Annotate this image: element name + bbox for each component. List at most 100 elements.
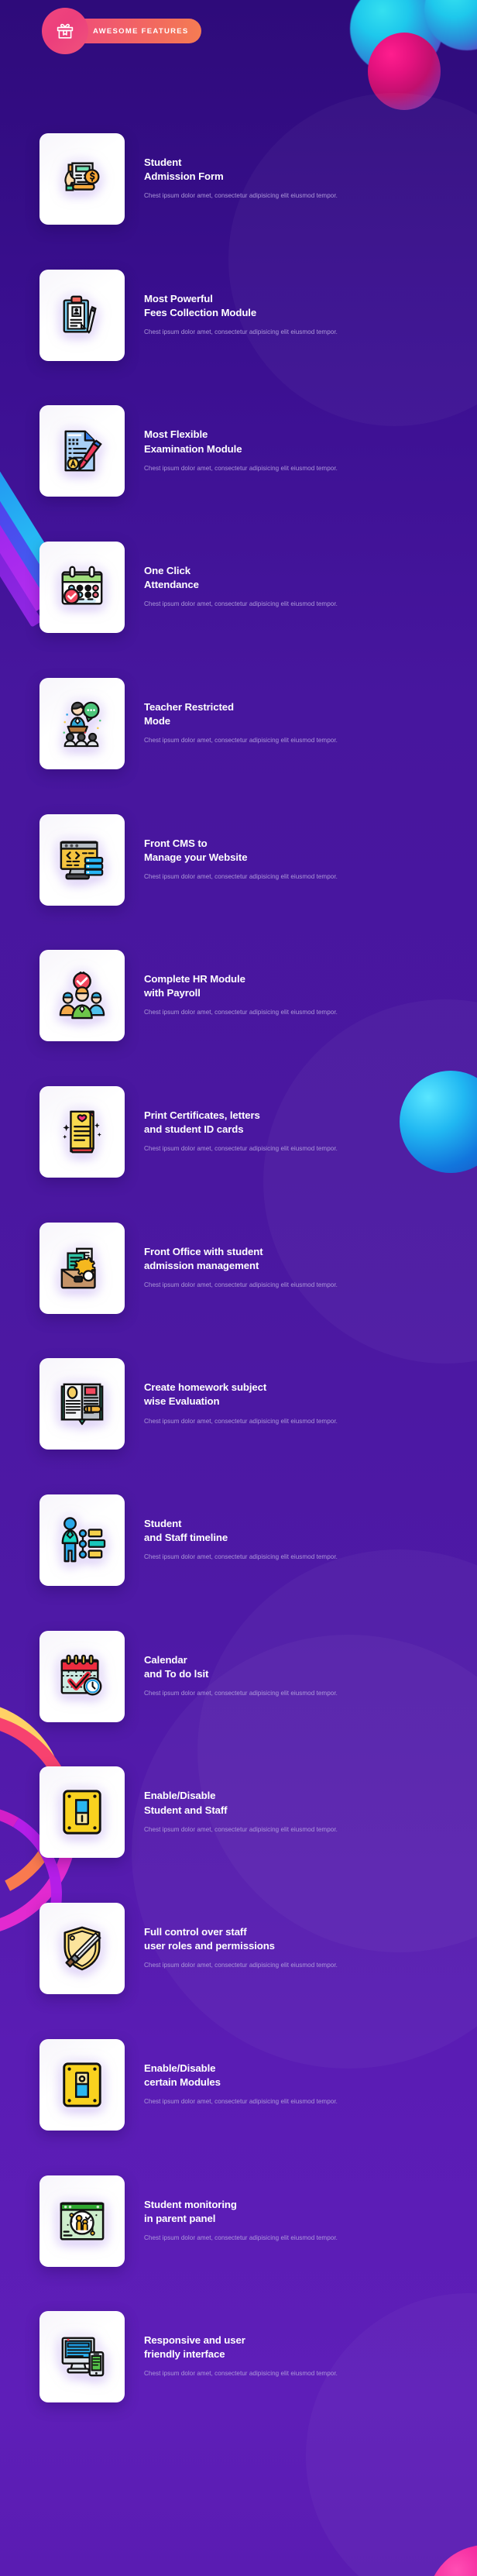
feature-text: Print Certificates, letters and student I… bbox=[144, 1109, 477, 1155]
feature-icon-card[interactable] bbox=[39, 1358, 125, 1450]
feature-row[interactable]: Enable/Disable certain Modules Chest ipsum… bbox=[0, 2030, 477, 2140]
badge-label: AWESOME FEATURES bbox=[93, 26, 189, 36]
feature-row[interactable]: Calendar and To do lsit Chest ipsum dolor … bbox=[0, 1622, 477, 1732]
feature-description: Chest ipsum dolor amet, consectetur adip… bbox=[144, 1009, 338, 1016]
feature-row[interactable]: Responsive and user friendly interface Che… bbox=[0, 2302, 477, 2412]
feature-text: Create homework subject wise Evaluation Ch… bbox=[144, 1381, 477, 1427]
open-book-pencil-icon bbox=[58, 1380, 106, 1428]
feature-icon-card[interactable] bbox=[39, 2175, 125, 2267]
briefcase-gear-icon bbox=[58, 1244, 106, 1292]
feature-icon-card[interactable] bbox=[39, 1766, 125, 1859]
feature-title-line2: friendly interface bbox=[144, 2348, 225, 2361]
feature-row[interactable]: Teacher Restricted Mode Chest ipsum dolor … bbox=[0, 669, 477, 779]
feature-row[interactable]: Student monitoring in parent panel Chest i… bbox=[0, 2166, 477, 2276]
feature-title-line1: Student monitoring bbox=[144, 2198, 237, 2210]
feature-title-line2: Examination Module bbox=[144, 442, 242, 455]
feature-row[interactable]: Front Office with student admission manag… bbox=[0, 1213, 477, 1323]
feature-description: Chest ipsum dolor amet, consectetur adip… bbox=[144, 1825, 338, 1833]
feature-icon-card[interactable] bbox=[39, 2038, 125, 2131]
feature-title-line2: and Staff timeline bbox=[144, 1532, 228, 1544]
feature-row[interactable]: Complete HR Module with Payroll Chest ipsu… bbox=[0, 941, 477, 1051]
feature-title-line1: Most Flexible bbox=[144, 428, 208, 441]
feature-title-line2: Mode bbox=[144, 714, 171, 727]
feature-title-line1: Print Certificates, letters bbox=[144, 1109, 260, 1121]
feature-icon-card[interactable] bbox=[39, 1085, 125, 1178]
feature-title: Student monitoring in parent panel bbox=[144, 2198, 469, 2226]
monitor-code-icon bbox=[58, 836, 106, 884]
feature-icon-card[interactable] bbox=[39, 269, 125, 361]
feature-icon-card[interactable] bbox=[39, 1630, 125, 1722]
feature-icon-card[interactable] bbox=[39, 1222, 125, 1314]
feature-icon-card[interactable] bbox=[39, 405, 125, 497]
feature-title: Front Office with student admission manag… bbox=[144, 1245, 469, 1273]
feature-icon-card[interactable] bbox=[39, 950, 125, 1042]
feature-title: Complete HR Module with Payroll bbox=[144, 972, 469, 1000]
feature-row[interactable]: Print Certificates, letters and student I… bbox=[0, 1077, 477, 1187]
feature-title-line1: Front Office with student bbox=[144, 1245, 263, 1257]
feature-icon-card[interactable] bbox=[39, 813, 125, 906]
feature-row[interactable]: One Click Attendance Chest ipsum dolor ame… bbox=[0, 532, 477, 642]
feature-text: Most Powerful Fees Collection Module Chest… bbox=[144, 292, 477, 339]
feature-text: Complete HR Module with Payroll Chest ipsu… bbox=[144, 972, 477, 1019]
feature-text: Calendar and To do lsit Chest ipsum dolor … bbox=[144, 1653, 477, 1700]
feature-row[interactable]: Enable/Disable Student and Staff Chest ips… bbox=[0, 1757, 477, 1867]
feature-icon-card[interactable] bbox=[39, 2311, 125, 2403]
team-check-icon bbox=[58, 972, 106, 1020]
feature-title-line1: Full control over staff bbox=[144, 1926, 247, 1938]
feature-title: Most Powerful Fees Collection Module bbox=[144, 292, 469, 320]
feature-title-line2: wise Evaluation bbox=[144, 1395, 220, 1408]
feature-row[interactable]: Create homework subject wise Evaluation Ch… bbox=[0, 1349, 477, 1459]
feature-description: Chest ipsum dolor amet, consectetur adip… bbox=[144, 600, 338, 608]
feature-title-line2: and student ID cards bbox=[144, 1123, 244, 1136]
feature-title-line2: and To do lsit bbox=[144, 1667, 209, 1680]
feature-title-line2: Student and Staff bbox=[144, 1804, 228, 1816]
feature-row[interactable]: Full control over staff user roles and pe… bbox=[0, 1893, 477, 2003]
feature-description: Chest ipsum dolor amet, consectetur adip… bbox=[144, 2370, 338, 2378]
feature-text: Student Admission Form Chest ipsum dolor a… bbox=[144, 156, 477, 202]
header: AWESOME FEATURES bbox=[0, 0, 477, 77]
feature-icon-card[interactable] bbox=[39, 1903, 125, 1995]
feature-title: Create homework subject wise Evaluation bbox=[144, 1381, 469, 1408]
feature-icon-card[interactable] bbox=[39, 1494, 125, 1586]
feature-description: Chest ipsum dolor amet, consectetur adip… bbox=[144, 1281, 338, 1288]
feature-description: Chest ipsum dolor amet, consectetur adip… bbox=[144, 1145, 338, 1153]
feature-title: Print Certificates, letters and student I… bbox=[144, 1109, 469, 1137]
feature-description: Chest ipsum dolor amet, consectetur adip… bbox=[144, 192, 338, 200]
feature-title: Calendar and To do lsit bbox=[144, 1653, 469, 1681]
feature-title: Front CMS to Manage your Website bbox=[144, 837, 469, 865]
feature-description: Chest ipsum dolor amet, consectetur adip… bbox=[144, 464, 338, 472]
feature-row[interactable]: Front CMS to Manage your Website Chest ips… bbox=[0, 805, 477, 915]
feature-description: Chest ipsum dolor amet, consectetur adip… bbox=[144, 2234, 338, 2241]
feature-description: Chest ipsum dolor amet, consectetur adip… bbox=[144, 1962, 338, 1969]
feature-title: Enable/Disable certain Modules bbox=[144, 2062, 469, 2089]
toggle-switch-up-icon bbox=[58, 1788, 106, 1836]
feature-text: Teacher Restricted Mode Chest ipsum dolor … bbox=[144, 700, 477, 747]
feature-title-line1: Responsive and user bbox=[144, 2334, 245, 2347]
feature-row[interactable]: Student and Staff timeline Chest ipsum dol… bbox=[0, 1485, 477, 1595]
feature-row[interactable]: Student Admission Form Chest ipsum dolor a… bbox=[0, 124, 477, 234]
feature-icon-card[interactable] bbox=[39, 677, 125, 769]
feature-icon-card[interactable] bbox=[39, 542, 125, 634]
feature-description: Chest ipsum dolor amet, consectetur adip… bbox=[144, 328, 338, 335]
certificate-scroll-icon bbox=[58, 1108, 106, 1156]
feature-row[interactable]: Most Flexible Examination Module Chest ips… bbox=[0, 396, 477, 506]
feature-title: Full control over staff user roles and pe… bbox=[144, 1925, 469, 1953]
feature-title-line1: Most Powerful bbox=[144, 292, 213, 304]
feature-title-line1: Front CMS to bbox=[144, 837, 208, 849]
calendar-clock-icon bbox=[58, 1653, 106, 1701]
feature-title-line1: Complete HR Module bbox=[144, 973, 245, 985]
feature-title: One Click Attendance bbox=[144, 564, 469, 592]
feature-title-line2: Attendance bbox=[144, 579, 199, 591]
feature-icon-card[interactable] bbox=[39, 133, 125, 225]
shield-sword-icon bbox=[58, 1924, 106, 1972]
feature-row[interactable]: Most Powerful Fees Collection Module Chest… bbox=[0, 260, 477, 370]
feature-text: Enable/Disable certain Modules Chest ipsum… bbox=[144, 2062, 477, 2108]
browser-monitoring-icon bbox=[58, 2197, 106, 2245]
feature-title-line2: with Payroll bbox=[144, 987, 201, 999]
feature-title-line2: Admission Form bbox=[144, 170, 224, 183]
feature-title: Responsive and user friendly interface bbox=[144, 2334, 469, 2361]
feature-title-line2: certain Modules bbox=[144, 2076, 221, 2088]
feature-title-line1: Enable/Disable bbox=[144, 1790, 216, 1802]
feature-title: Student Admission Form bbox=[144, 156, 469, 184]
feature-title: Enable/Disable Student and Staff bbox=[144, 1789, 469, 1817]
